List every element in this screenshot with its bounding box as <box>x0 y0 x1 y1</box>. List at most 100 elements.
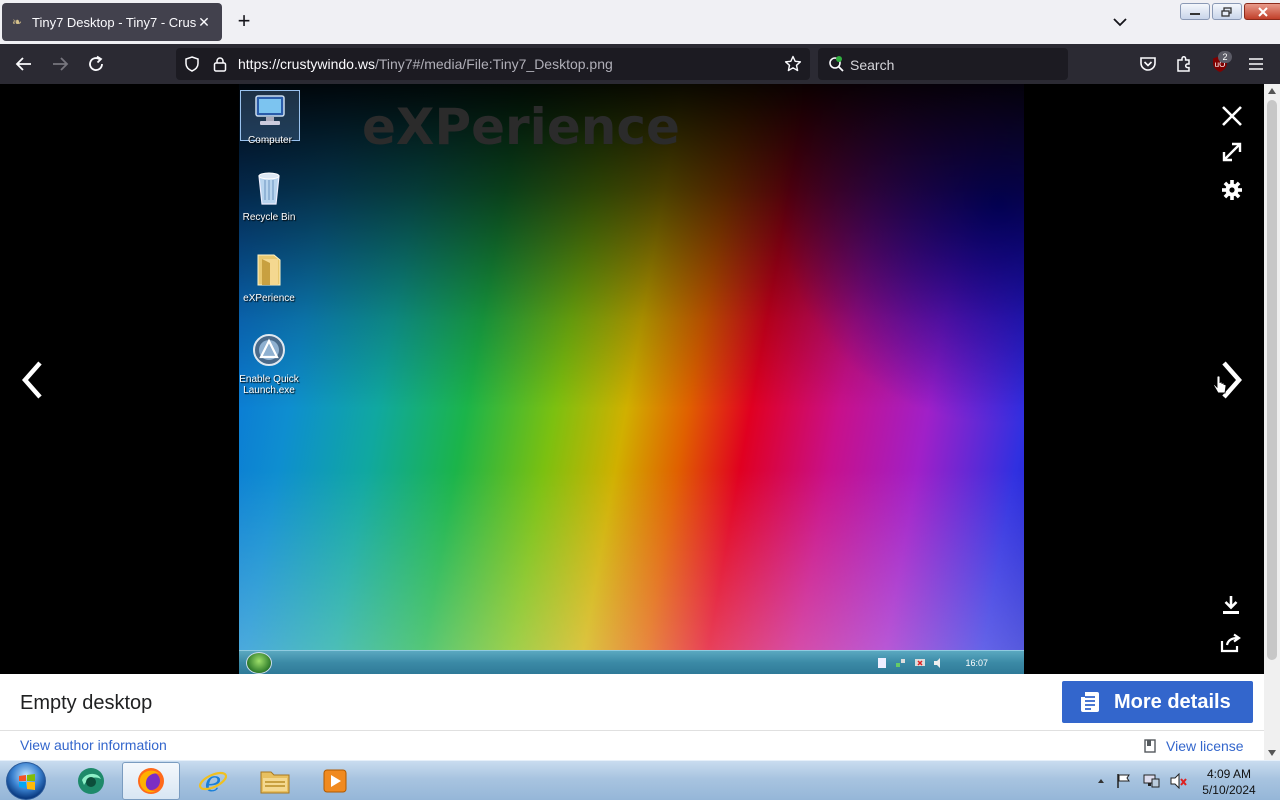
windows-logo-icon <box>19 774 35 790</box>
launch-app-icon <box>253 334 285 366</box>
url-path: /Tiny7#/media/File:Tiny7_Desktop.png <box>374 56 613 72</box>
caption-divider <box>0 730 1264 731</box>
desktop-icon-enable-quick-launch: Enable Quick Launch.exe <box>239 332 299 396</box>
close-icon <box>1222 106 1242 126</box>
file-explorer-icon <box>260 771 290 794</box>
url-host: https://crustywindo.ws <box>238 56 375 72</box>
close-icon <box>1258 6 1268 17</box>
view-author-link[interactable]: View author information <box>20 737 167 753</box>
address-bar[interactable]: https://crustywindo.ws/Tiny7#/media/File… <box>176 48 810 80</box>
taskbar-app-internet-explorer[interactable]: e <box>184 762 242 800</box>
forward-button[interactable] <box>48 52 72 76</box>
desktop-icon-recycle-bin: Recycle Bin <box>239 170 299 223</box>
puzzle-piece-icon <box>1177 55 1190 72</box>
restore-icon <box>1221 6 1232 17</box>
desktop-screenshot-image: eXPerience Computer Recycle Bin eXPerien… <box>239 84 1024 674</box>
inner-system-tray: 16:07 <box>877 651 1024 674</box>
view-license-link[interactable]: View license <box>1144 738 1244 754</box>
desktop-icon-label: Enable Quick Launch.exe <box>239 374 299 396</box>
bookmark-star-icon[interactable] <box>784 55 802 73</box>
chevron-down-icon <box>1113 18 1127 27</box>
media-caption-title: Empty desktop <box>20 692 153 714</box>
desktop-icon-label: Computer <box>248 135 292 146</box>
expand-icon <box>1222 142 1242 162</box>
tracking-protection-shield-icon[interactable] <box>184 56 200 72</box>
reload-icon <box>89 55 103 71</box>
application-menu-button[interactable] <box>1244 52 1268 76</box>
previous-image-button[interactable] <box>14 358 50 402</box>
image-glow <box>239 470 1024 650</box>
volume-muted-icon[interactable] <box>1170 773 1188 789</box>
start-button[interactable] <box>6 762 46 800</box>
close-window-button[interactable] <box>1244 3 1280 20</box>
minimize-icon <box>1190 12 1200 15</box>
search-placeholder: Search <box>850 57 895 73</box>
action-center-flag-icon[interactable] <box>1116 773 1132 789</box>
internet-explorer-icon: e <box>198 766 228 796</box>
site-favicon-icon: ❧ <box>12 15 23 29</box>
browser-tab-strip: ❧ Tiny7 Desktop - Tiny7 - Crusty ✕ + <box>0 0 1280 44</box>
inner-tray-error-icon <box>915 659 926 666</box>
inner-start-orb-icon <box>246 652 272 674</box>
network-icon[interactable] <box>1142 773 1160 789</box>
scrollbar-thumb[interactable] <box>1267 100 1277 660</box>
back-button[interactable] <box>12 52 36 76</box>
inner-tray-document-icon <box>878 658 887 668</box>
list-all-tabs-button[interactable] <box>1108 12 1132 32</box>
taskbar-app-firefox[interactable] <box>122 762 180 800</box>
computer-icon <box>255 95 285 125</box>
desktop-icon-experience-folder: eXPerience <box>239 251 299 304</box>
taskbar-app-1[interactable] <box>62 762 120 800</box>
reload-button[interactable] <box>84 52 108 76</box>
url-text: https://crustywindo.ws/Tiny7#/media/File… <box>238 56 613 72</box>
pocket-button[interactable] <box>1136 52 1160 76</box>
screen: ❧ Tiny7 Desktop - Tiny7 - Crusty ✕ + htt… <box>0 0 1280 800</box>
share-button[interactable] <box>1218 630 1244 656</box>
lock-icon[interactable] <box>212 56 228 72</box>
viewer-settings-button[interactable] <box>1218 176 1246 204</box>
share-icon <box>1220 633 1241 653</box>
search-bar[interactable]: Search <box>818 48 1068 80</box>
license-icon <box>1144 739 1156 753</box>
tab-close-icon[interactable]: ✕ <box>196 14 212 31</box>
extension-badge: 2 <box>1218 51 1232 63</box>
recycle-bin-icon <box>258 172 280 205</box>
hamburger-menu-icon <box>1249 58 1263 70</box>
download-icon <box>1223 596 1239 614</box>
inner-tray-network-icon <box>896 659 906 667</box>
extensions-button[interactable] <box>1172 52 1196 76</box>
close-viewer-button[interactable] <box>1218 102 1246 130</box>
mouse-cursor-hand-icon <box>1212 374 1228 398</box>
system-tray <box>1096 761 1188 800</box>
app-icon <box>78 768 104 794</box>
scroll-down-arrow-icon[interactable] <box>1268 750 1276 756</box>
desktop-icon-computer: Computer <box>240 90 300 146</box>
fullscreen-button[interactable] <box>1218 138 1246 166</box>
windows-taskbar: e 4:09 AM 5/10/2024 <box>0 760 1280 800</box>
browser-tab[interactable]: ❧ Tiny7 Desktop - Tiny7 - Crusty ✕ <box>2 3 222 41</box>
clock-date: 5/10/2024 <box>1202 783 1256 797</box>
taskbar-clock[interactable]: 4:09 AM 5/10/2024 <box>1196 766 1262 798</box>
tab-title: Tiny7 Desktop - Tiny7 - Crusty <box>32 14 196 30</box>
window-controls <box>1180 3 1280 20</box>
new-tab-button[interactable]: + <box>232 10 256 34</box>
inner-taskbar: 16:07 <box>239 650 1024 674</box>
desktop-icon-label: Recycle Bin <box>242 212 296 223</box>
taskbar-app-media-player[interactable] <box>306 762 364 800</box>
media-player-icon <box>323 769 347 793</box>
pocket-icon <box>1140 57 1156 71</box>
hand-cursor-icon <box>1213 375 1227 394</box>
arrow-left-icon <box>15 57 31 71</box>
minimize-button[interactable] <box>1180 3 1210 20</box>
desktop-watermark: eXPerience <box>362 98 680 156</box>
view-license-label: View license <box>1166 738 1244 754</box>
scroll-up-arrow-icon[interactable] <box>1268 88 1276 94</box>
show-hidden-icons-arrow-icon[interactable] <box>1096 776 1106 786</box>
download-button[interactable] <box>1218 592 1244 618</box>
restore-button[interactable] <box>1212 3 1242 20</box>
page-scrollbar[interactable] <box>1264 84 1280 760</box>
inner-tray-volume-icon <box>934 658 941 668</box>
more-details-button[interactable]: More details <box>1062 681 1253 723</box>
svg-text:e: e <box>205 766 222 796</box>
taskbar-app-file-explorer[interactable] <box>246 762 304 800</box>
